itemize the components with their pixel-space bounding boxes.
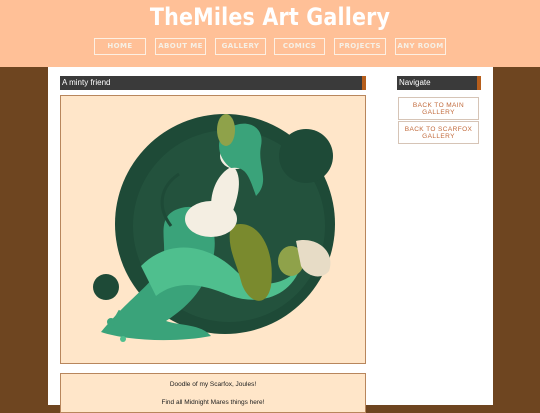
moon-top: [279, 129, 333, 183]
description-text: Doodle of my Scarfox, Joules!: [169, 381, 257, 388]
button-line: GALLERY: [422, 109, 455, 116]
nav-home[interactable]: HOME: [94, 38, 146, 55]
nav-projects[interactable]: PROJECTS: [334, 38, 386, 55]
artwork-illustration[interactable]: [61, 96, 365, 363]
fern-crown: [217, 114, 235, 146]
nav-comics[interactable]: COMICS: [274, 38, 325, 55]
droplet: [107, 318, 115, 326]
site-header: TheMiles Art Gallery HOME ABOUT ME GALLE…: [0, 0, 540, 67]
post-title: A minty friend: [60, 76, 366, 90]
description-box: Doodle of my Scarfox, Joules! Find all M…: [60, 373, 366, 413]
nav-gallery[interactable]: GALLERY: [215, 38, 266, 55]
sidebar-heading: Navigate: [397, 76, 481, 90]
button-line: BACK TO MAIN: [412, 102, 465, 109]
button-line: GALLERY: [422, 133, 455, 140]
moon-left: [93, 274, 119, 300]
back-to-scarfox-gallery-button[interactable]: BACK TO SCARFOX GALLERY: [398, 121, 479, 144]
artwork-frame: [60, 95, 366, 364]
button-line: BACK TO SCARFOX: [404, 126, 473, 133]
droplet: [176, 293, 182, 299]
droplet: [120, 336, 126, 342]
site-title[interactable]: TheMiles Art Gallery: [38, 3, 502, 31]
back-to-main-gallery-button[interactable]: BACK TO MAIN GALLERY: [398, 97, 479, 120]
nav-about-me[interactable]: ABOUT ME: [155, 38, 206, 55]
nav-any-room[interactable]: ANY ROOM: [395, 38, 446, 55]
